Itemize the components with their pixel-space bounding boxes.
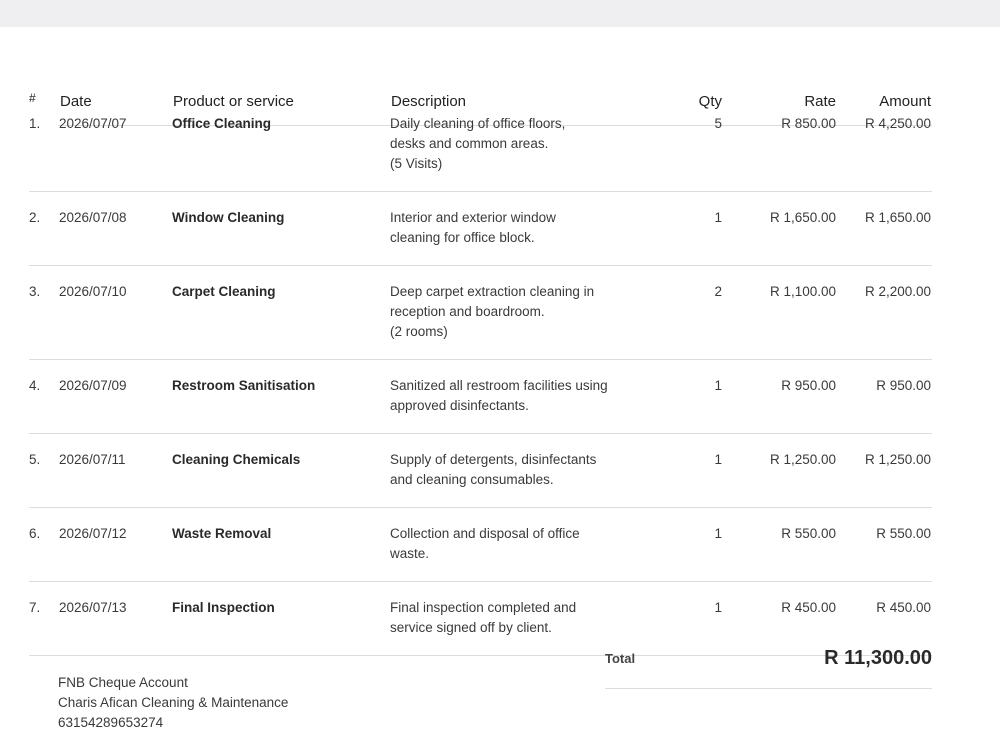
bank-details: FNB Cheque Account Charis Afican Cleanin… xyxy=(58,673,288,733)
row-qty: 1 xyxy=(714,210,722,225)
row-divider xyxy=(29,359,932,360)
row-product: Window Cleaning xyxy=(172,210,285,225)
row-amount: R 450.00 xyxy=(876,600,931,615)
row-product: Waste Removal xyxy=(172,526,272,541)
row-qty: 1 xyxy=(714,600,722,615)
bank-account-name: Charis Afican Cleaning & Maintenance xyxy=(58,695,289,710)
row-rate: R 450.00 xyxy=(781,600,836,615)
row-qty: 1 xyxy=(714,378,722,393)
row-number: 1. xyxy=(29,116,41,131)
top-bar xyxy=(0,0,1000,27)
total-divider xyxy=(605,688,932,689)
row-description: Deep carpet extraction cleaning in recept… xyxy=(390,282,620,342)
total-label: Total xyxy=(605,651,636,666)
row-date: 2026/07/11 xyxy=(59,452,126,467)
column-header-qty: Qty xyxy=(698,93,722,110)
row-qty: 1 xyxy=(714,452,722,467)
row-qty: 2 xyxy=(714,284,722,299)
row-amount: R 1,650.00 xyxy=(864,210,931,225)
row-description-line: waste. xyxy=(390,546,430,561)
row-description-line: desks and common areas. xyxy=(390,136,549,151)
row-rate: R 1,650.00 xyxy=(769,210,836,225)
row-description: Interior and exterior window cleaning for… xyxy=(390,208,620,248)
row-rate: R 850.00 xyxy=(781,116,836,131)
row-rate: R 950.00 xyxy=(781,378,836,393)
column-header-description: Description xyxy=(391,93,467,110)
row-number: 7. xyxy=(29,600,41,615)
row-description-line: cleaning for office block. xyxy=(390,230,535,245)
row-amount: R 950.00 xyxy=(876,378,931,393)
row-date: 2026/07/12 xyxy=(59,526,127,541)
row-divider xyxy=(29,581,932,582)
row-date: 2026/07/13 xyxy=(59,600,127,615)
row-divider xyxy=(29,191,932,192)
bank-account-number: 63154289653274 xyxy=(58,715,164,730)
row-number: 2. xyxy=(29,210,41,225)
row-rate: R 1,250.00 xyxy=(769,452,836,467)
row-description: Final inspection completed and service si… xyxy=(390,598,620,638)
row-number: 5. xyxy=(29,452,41,467)
row-rate: R 1,100.00 xyxy=(769,284,836,299)
row-description-line: Supply of detergents, disinfectants xyxy=(390,452,597,467)
row-date: 2026/07/09 xyxy=(59,378,127,393)
row-description-line: Deep carpet extraction cleaning in xyxy=(390,284,595,299)
row-description: Sanitized all restroom facilities using a… xyxy=(390,376,620,416)
column-header-number: # xyxy=(29,91,36,105)
row-amount: R 1,250.00 xyxy=(864,452,931,467)
row-amount: R 550.00 xyxy=(876,526,931,541)
row-description-line: and cleaning consumables. xyxy=(390,472,554,487)
row-divider xyxy=(29,507,932,508)
row-amount: R 2,200.00 xyxy=(864,284,931,299)
row-rate: R 550.00 xyxy=(781,526,836,541)
row-number: 4. xyxy=(29,378,41,393)
total-value: R 11,300.00 xyxy=(824,647,932,669)
row-description-line: service signed off by client. xyxy=(390,620,552,635)
row-description-line: Collection and disposal of office xyxy=(390,526,580,541)
row-description: Supply of detergents, disinfectants and c… xyxy=(390,450,620,490)
row-date: 2026/07/07 xyxy=(59,116,127,131)
column-header-date: Date xyxy=(60,93,92,110)
row-product: Restroom Sanitisation xyxy=(172,378,316,393)
row-date: 2026/07/10 xyxy=(59,284,127,299)
row-date: 2026/07/08 xyxy=(59,210,127,225)
column-header-amount: Amount xyxy=(879,93,931,110)
row-description-line: (5 Visits) xyxy=(390,156,443,171)
row-qty: 5 xyxy=(714,116,722,131)
row-divider xyxy=(29,433,932,434)
row-amount: R 4,250.00 xyxy=(864,116,931,131)
column-header-product: Product or service xyxy=(173,93,294,110)
row-description-line: Interior and exterior window xyxy=(390,210,556,225)
row-product: Cleaning Chemicals xyxy=(172,452,301,467)
row-description-line: Daily cleaning of office floors, xyxy=(390,116,566,131)
row-description-line: Final inspection completed and xyxy=(390,600,577,615)
row-product: Final Inspection xyxy=(172,600,275,615)
invoice-document: # Date Product or service Description Qt… xyxy=(0,27,1000,750)
row-description-line: reception and boardroom. xyxy=(390,304,545,319)
row-description: Collection and disposal of office waste. xyxy=(390,524,620,564)
row-divider xyxy=(29,265,932,266)
column-header-rate: Rate xyxy=(804,93,836,110)
bank-account-type: FNB Cheque Account xyxy=(58,675,188,690)
row-number: 3. xyxy=(29,284,41,299)
row-product: Office Cleaning xyxy=(172,116,272,131)
row-qty: 1 xyxy=(714,526,722,541)
row-description-line: Sanitized all restroom facilities using xyxy=(390,378,608,393)
row-number: 6. xyxy=(29,526,41,541)
row-description: Daily cleaning of office floors, desks an… xyxy=(390,114,620,174)
row-product: Carpet Cleaning xyxy=(172,284,276,299)
row-description-line: approved disinfectants. xyxy=(390,398,529,413)
row-description-line: (2 rooms) xyxy=(390,324,448,339)
